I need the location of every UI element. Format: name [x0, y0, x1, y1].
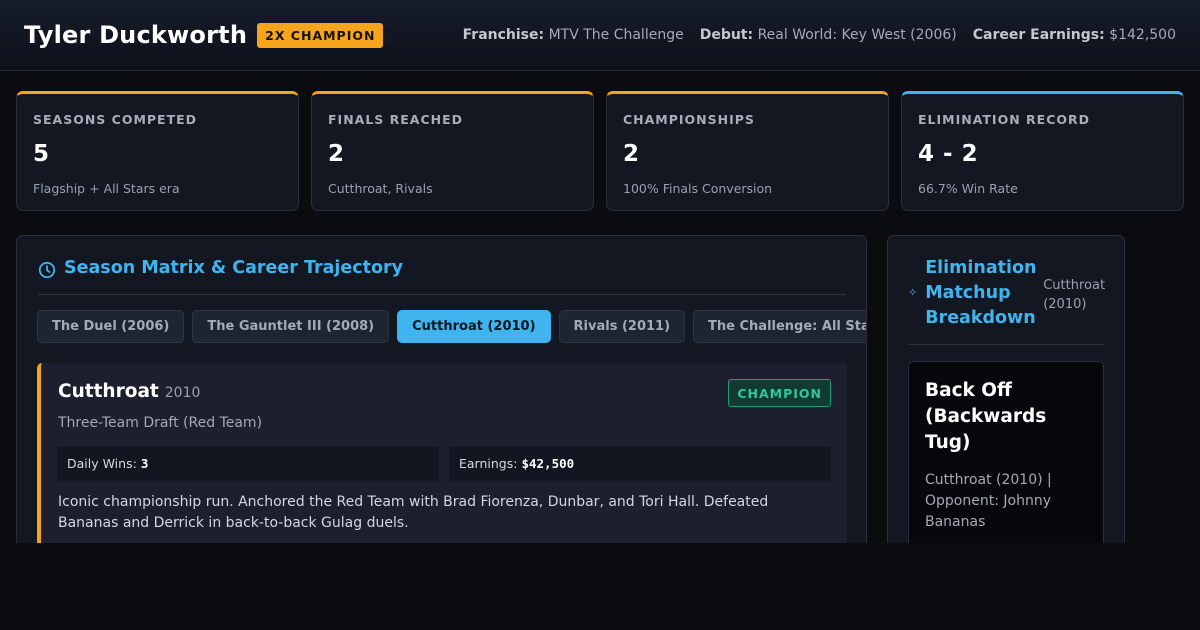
metric-label: Daily Wins:: [67, 456, 137, 471]
season-result-badge: CHAMPION: [728, 379, 831, 407]
elimination-subtitle: Cutthroat (2010): [1043, 278, 1106, 312]
earnings-metric: Earnings: $42,500: [449, 446, 831, 481]
season-matrix-header: Season Matrix & Career Trajectory: [38, 258, 846, 295]
metric-label: Earnings:: [459, 456, 518, 471]
stat-title: ELIMINATION RECORD: [918, 112, 1090, 127]
clock-icon: [38, 261, 56, 279]
season-description: Iconic championship run. Anchored the Re…: [58, 494, 769, 531]
sword-icon: ✧: [908, 286, 918, 299]
metric-value: 3: [140, 456, 149, 471]
meta-debut: Debut: Real World: Key West (2006): [700, 27, 957, 43]
meta-value: Real World: Key West (2006): [757, 27, 957, 43]
stat-title: FINALS REACHED: [328, 112, 464, 127]
elimination-panel: ✧ Elimination Matchup Breakdown Cutthroa…: [887, 235, 1125, 565]
season-name: Cutthroat: [58, 381, 159, 402]
stat-subtext: Flagship + All Stars era: [33, 181, 180, 196]
header-identity: Tyler Duckworth 2X CHAMPION: [24, 21, 384, 49]
header-meta: Franchise: MTV The Challenge Debut: Real…: [463, 27, 1176, 43]
stat-value: 5: [33, 141, 50, 167]
season-detail-card: Cutthroat 2010 CHAMPION Three-Team Draft…: [37, 363, 847, 564]
meta-value: MTV The Challenge: [548, 27, 684, 43]
season-matrix-title: Season Matrix & Career Trajectory: [64, 258, 404, 278]
tab-rivals[interactable]: Rivals (2011): [558, 310, 686, 343]
season-title: Cutthroat 2010: [58, 381, 200, 402]
champion-badge: 2X CHAMPION: [257, 22, 384, 48]
elimination-header: ✧ Elimination Matchup Breakdown Cutthroa…: [908, 256, 1106, 345]
match-title: Back Off (Backwards Tug): [925, 380, 1047, 453]
season-year: 2010: [164, 385, 201, 401]
stat-value: 2: [623, 141, 640, 167]
meta-label: Career Earnings:: [972, 27, 1105, 43]
meta-label: Debut:: [699, 27, 754, 43]
season-matrix-panel: Season Matrix & Career Trajectory The Du…: [16, 235, 867, 565]
stat-subtext: Cutthroat, Rivals: [328, 181, 433, 196]
tab-the-duel[interactable]: The Duel (2006): [37, 310, 185, 343]
profile-header: Tyler Duckworth 2X CHAMPION Franchise: M…: [0, 0, 1200, 71]
meta-value: $142,500: [1109, 27, 1176, 43]
stat-subtext: 66.7% Win Rate: [918, 181, 1018, 196]
season-tabs: The Duel (2006) The Gauntlet III (2008) …: [37, 310, 866, 343]
competitor-name: Tyler Duckworth: [24, 21, 248, 49]
stat-value: 4 - 2: [918, 141, 979, 167]
elimination-title: Elimination Matchup Breakdown: [925, 258, 1037, 328]
meta-label: Franchise:: [462, 27, 545, 43]
metric-value: $42,500: [521, 456, 575, 471]
stat-title: SEASONS COMPETED: [33, 112, 198, 127]
meta-franchise: Franchise: MTV The Challenge: [463, 27, 684, 43]
stat-card-seasons: SEASONS COMPETED 5 Flagship + All Stars …: [16, 91, 299, 211]
stat-card-championships: CHAMPIONSHIPS 2 100% Finals Conversion: [606, 91, 889, 211]
tab-cutthroat[interactable]: Cutthroat (2010): [397, 310, 551, 343]
viewport-clip: [0, 543, 1200, 630]
stat-title: CHAMPIONSHIPS: [623, 112, 755, 127]
stat-subtext: 100% Finals Conversion: [623, 181, 773, 196]
meta-earnings: Career Earnings: $142,500: [973, 27, 1176, 43]
daily-wins-metric: Daily Wins: 3: [57, 446, 439, 481]
match-info: Cutthroat (2010) | Opponent: Johnny Bana…: [925, 472, 1052, 530]
tab-all-stars[interactable]: The Challenge: All Stars (2021): [693, 310, 866, 343]
stat-card-elimination: ELIMINATION RECORD 4 - 2 66.7% Win Rate: [901, 91, 1184, 211]
elimination-match-card[interactable]: Back Off (Backwards Tug) Cutthroat (2010…: [908, 361, 1104, 564]
stat-value: 2: [328, 141, 345, 167]
tab-the-gauntlet-iii[interactable]: The Gauntlet III (2008): [192, 310, 390, 343]
season-format: Three-Team Draft (Red Team): [58, 415, 263, 431]
stat-card-finals: FINALS REACHED 2 Cutthroat, Rivals: [311, 91, 594, 211]
